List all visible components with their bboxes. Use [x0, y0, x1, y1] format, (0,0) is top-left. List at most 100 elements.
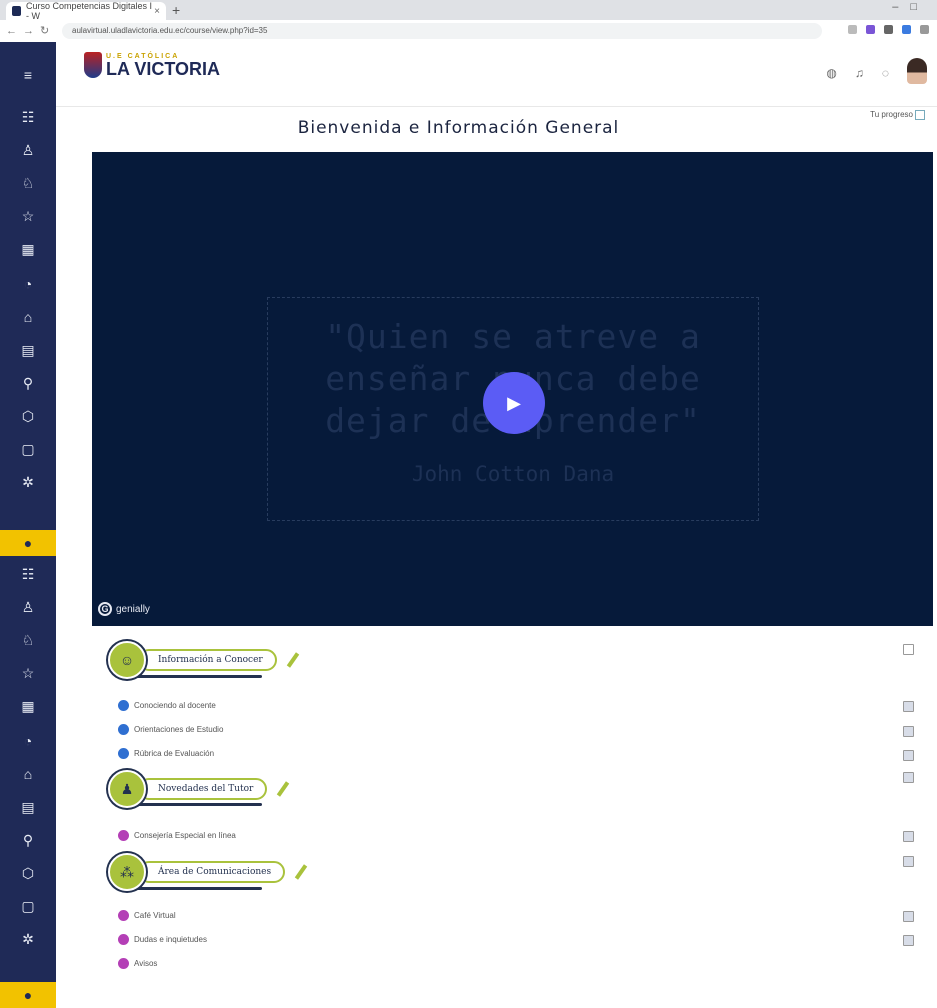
activity-item[interactable]: Avisos [118, 958, 157, 969]
puzzle-icon[interactable] [884, 25, 893, 34]
sidebar-search-icon[interactable]: ⚲ [0, 827, 56, 853]
menu-toggle-icon[interactable]: ≡ [0, 62, 56, 88]
section-banner-informacion[interactable]: ☺ Información a Conocer [108, 641, 301, 679]
activity-icon [118, 958, 129, 969]
sidebar-star-icon[interactable]: ☆ [0, 660, 56, 686]
activity-label: Rúbrica de Evaluación [134, 749, 215, 758]
section-underline [122, 887, 262, 890]
activity-icon [118, 724, 129, 735]
embedded-video[interactable]: "Quien se atreve a enseñar nunca debe de… [92, 152, 933, 626]
sidebar-file-icon[interactable]: ▢ [0, 893, 56, 919]
activity-item[interactable]: Conociendo al docente [118, 700, 216, 711]
completion-checkbox[interactable] [903, 750, 914, 761]
completion-checkbox[interactable] [903, 935, 914, 946]
sidebar-group-icon[interactable]: ♘ [0, 627, 56, 653]
url-field[interactable]: aulavirtual.uladlavictoria.edu.ec/course… [62, 23, 822, 39]
address-bar: ←→↻ aulavirtual.uladlavictoria.edu.ec/co… [0, 20, 937, 43]
sidebar-grades-icon[interactable]: ▤ [0, 794, 56, 820]
activity-label: Orientaciones de Estudio [134, 725, 224, 734]
activity-label: Café Virtual [134, 911, 176, 920]
sidebar-settings-icon[interactable]: ✲ [0, 469, 56, 495]
play-button[interactable]: ▶ [483, 372, 545, 434]
bell-icon[interactable]: ♫ [855, 66, 864, 80]
logo-title: LA VICTORIA [106, 58, 221, 79]
genially-brand[interactable]: G genially [98, 602, 150, 616]
sidebar-file-icon[interactable]: ▢ [0, 436, 56, 462]
sidebar-active-icon[interactable]: ● [0, 530, 56, 556]
section-title: Área de Comunicaciones [138, 861, 286, 883]
activity-icon [118, 830, 129, 841]
progress-indicator: Tu progreso [870, 110, 925, 120]
help-icon[interactable] [915, 110, 925, 120]
nav-buttons[interactable]: ←→↻ [6, 24, 55, 37]
sidebar-dashboard-icon[interactable]: ◔ [0, 271, 56, 297]
chat-icon[interactable]: ◌ [882, 66, 889, 80]
sidebar-grades-icon[interactable]: ▤ [0, 337, 56, 363]
sidebar-list-icon[interactable]: ☷ [0, 104, 56, 130]
extension-icons[interactable] [848, 25, 929, 34]
extension-icon[interactable] [902, 25, 911, 34]
tab-close-icon[interactable]: × [154, 6, 160, 17]
sidebar-home-icon[interactable]: ⌂ [0, 304, 56, 330]
activity-item[interactable]: Rúbrica de Evaluación [118, 748, 214, 759]
activity-item[interactable]: Consejería Especial en línea [118, 830, 236, 841]
sidebar-list-icon[interactable]: ☷ [0, 561, 56, 587]
completion-checkbox[interactable] [903, 701, 914, 712]
pencil-icon [277, 781, 290, 797]
activity-icon [118, 910, 129, 921]
pencil-icon [294, 864, 308, 880]
sidebar-home-icon[interactable]: ⌂ [0, 761, 56, 787]
sidebar-calendar-icon[interactable]: ▦ [0, 693, 56, 719]
section-checkbox[interactable] [903, 644, 914, 655]
section-checkbox[interactable] [903, 856, 914, 867]
communications-group-icon: ⁂ [108, 853, 146, 891]
activity-item[interactable]: Orientaciones de Estudio [118, 724, 223, 735]
quote-author: John Cotton Dana [411, 462, 615, 486]
site-header: U.E CATÓLICA LA VICTORIA ◍ ♫ ◌ [56, 42, 937, 107]
sidebar-calendar-icon[interactable]: ▦ [0, 236, 56, 262]
section-title: Novedades del Tutor [138, 778, 268, 800]
activity-label: Dudas e inquietudes [134, 935, 207, 944]
activity-label: Avisos [134, 959, 158, 968]
header-icons: ◍ ♫ ◌ [826, 66, 889, 80]
sidebar-user-icon[interactable]: ♙ [0, 594, 56, 620]
play-icon: ▶ [507, 392, 521, 413]
sidebar-settings-icon[interactable]: ✲ [0, 926, 56, 952]
window-controls[interactable]: –□ [892, 1, 929, 13]
page-title: Bienvenida e Información General [297, 118, 620, 138]
browser-tab[interactable]: Curso Competencias Digitales I - W × [6, 1, 166, 21]
activity-label: Consejería Especial en línea [134, 831, 236, 840]
star-icon[interactable] [848, 25, 857, 34]
sidebar-active-icon[interactable]: ● [0, 982, 56, 1008]
tutor-person-icon: ♟ [108, 770, 146, 808]
completion-checkbox[interactable] [903, 831, 914, 842]
left-sidebar: ≡ ☷ ♙ ♘ ☆ ▦ ◔ ⌂ ▤ ⚲ ⬡ ▢ ✲ ● ☷ ♙ ♘ ☆ ▦ ◔ … [0, 42, 56, 1008]
genially-logo-icon: G [98, 602, 112, 616]
activity-item[interactable]: Dudas e inquietudes [118, 934, 207, 945]
genially-label: genially [116, 603, 150, 615]
sidebar-star-icon[interactable]: ☆ [0, 203, 56, 229]
sidebar-box-icon[interactable]: ⬡ [0, 403, 56, 429]
section-underline [122, 803, 262, 806]
shield-icon [84, 52, 102, 78]
globe-icon[interactable]: ◍ [826, 66, 836, 80]
school-logo[interactable]: U.E CATÓLICA LA VICTORIA [84, 52, 220, 78]
menu-icon[interactable] [920, 25, 929, 34]
sidebar-user-icon[interactable]: ♙ [0, 137, 56, 163]
activity-icon [118, 934, 129, 945]
info-person-icon: ☺ [108, 641, 146, 679]
tab-title: Curso Competencias Digitales I - W [25, 1, 153, 21]
sidebar-search-icon[interactable]: ⚲ [0, 370, 56, 396]
completion-checkbox[interactable] [903, 726, 914, 737]
activity-item[interactable]: Café Virtual [118, 910, 176, 921]
new-tab-button[interactable]: + [172, 2, 180, 18]
sidebar-dashboard-icon[interactable]: ◔ [0, 728, 56, 754]
avatar[interactable] [907, 58, 927, 84]
section-underline [122, 675, 262, 678]
sidebar-box-icon[interactable]: ⬡ [0, 860, 56, 886]
sidebar-group-icon[interactable]: ♘ [0, 170, 56, 196]
completion-checkbox[interactable] [903, 911, 914, 922]
extension-icon[interactable] [866, 25, 875, 34]
section-banner-comunicaciones[interactable]: ⁂ Área de Comunicaciones [108, 853, 309, 891]
section-checkbox[interactable] [903, 772, 914, 783]
